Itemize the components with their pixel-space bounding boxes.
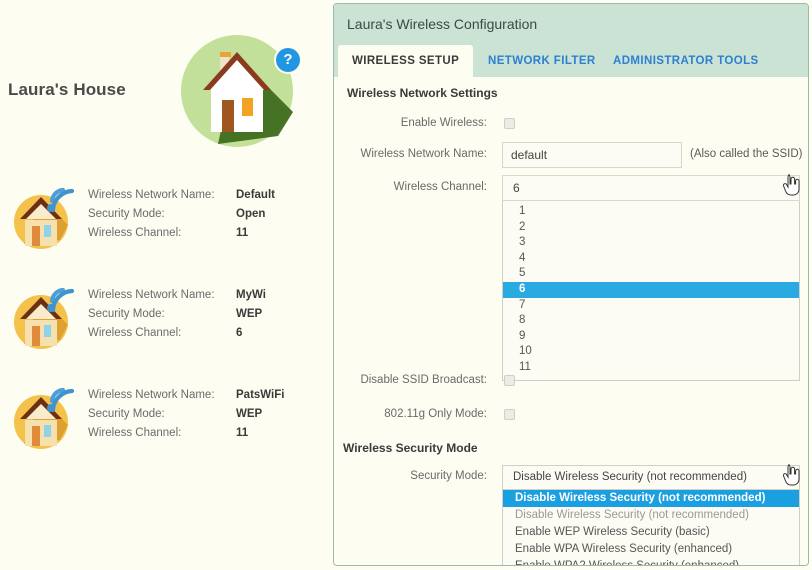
field-value: 11 bbox=[236, 227, 248, 239]
select-wireless-channel[interactable]: 6 bbox=[502, 175, 800, 201]
label-network-name: Wireless Network Name: bbox=[334, 148, 487, 160]
select-wireless-channel-value: 6 bbox=[513, 181, 520, 195]
tab-administrator-tools[interactable]: ADMINISTRATOR TOOLS bbox=[599, 45, 773, 77]
input-network-name[interactable]: default bbox=[502, 142, 682, 168]
security-mode-option-2[interactable]: Enable WEP Wireless Security (basic) bbox=[503, 524, 799, 541]
select-security-mode-value: Disable Wireless Security (not recommend… bbox=[513, 471, 747, 483]
label-wireless-channel: Wireless Channel: bbox=[334, 181, 487, 193]
field-value: 11 bbox=[236, 427, 248, 439]
security-mode-row: Security Mode:Open bbox=[88, 205, 275, 224]
checkbox-disable-ssid-broadcast[interactable] bbox=[504, 375, 515, 386]
network-fields: Wireless Network Name:Default Security M… bbox=[88, 186, 275, 243]
network-name-row: Wireless Network Name:Default bbox=[88, 186, 275, 205]
house-logo: ? bbox=[178, 32, 296, 150]
channel-option-11[interactable]: 11 bbox=[503, 360, 799, 376]
label-disable-ssid-broadcast: Disable SSID Broadcast: bbox=[334, 374, 487, 386]
select-security-mode-options[interactable]: Disable Wireless Security (not recommend… bbox=[502, 490, 800, 566]
house-illustration-icon bbox=[178, 32, 296, 150]
checkbox-enable-wireless[interactable] bbox=[504, 118, 515, 129]
channel-option-8[interactable]: 8 bbox=[503, 313, 799, 329]
label-security-mode: Security Mode: bbox=[334, 470, 487, 482]
security-mode-option-4[interactable]: Enable WPA2 Wireless Security (enhanced) bbox=[503, 558, 799, 566]
security-mode-option-0[interactable]: Disable Wireless Security (not recommend… bbox=[503, 490, 799, 507]
security-mode-row: Security Mode:WEP bbox=[88, 405, 284, 424]
field-label: Security Mode: bbox=[88, 205, 236, 224]
field-value: Open bbox=[236, 208, 265, 220]
security-mode-option-3[interactable]: Enable WPA Wireless Security (enhanced) bbox=[503, 541, 799, 558]
channel-option-6[interactable]: 6 bbox=[503, 282, 799, 298]
section-title-network-settings: Wireless Network Settings bbox=[347, 86, 498, 100]
field-label: Wireless Network Name: bbox=[88, 186, 236, 205]
list-item[interactable]: Wireless Network Name:MyWi Security Mode… bbox=[0, 278, 332, 362]
section-title-security-mode: Wireless Security Mode bbox=[343, 441, 478, 455]
tab-bar: WIRELESS SETUP NETWORK FILTER ADMINISTRA… bbox=[334, 45, 808, 77]
list-item[interactable]: Wireless Network Name:Default Security M… bbox=[0, 178, 332, 262]
wireless-configuration-panel: Laura's Wireless Configuration WIRELESS … bbox=[333, 3, 809, 566]
list-item[interactable]: Wireless Network Name:PatsWiFi Security … bbox=[0, 378, 332, 462]
checkbox-802-11g-only-mode[interactable] bbox=[504, 409, 515, 420]
channel-option-5[interactable]: 5 bbox=[503, 266, 799, 282]
page-title: Laura's House bbox=[8, 80, 168, 100]
label-802-11g-only-mode: 802.11g Only Mode: bbox=[334, 408, 487, 420]
field-value: WEP bbox=[236, 408, 262, 420]
panel-body: Wireless Network Settings Enable Wireles… bbox=[334, 77, 808, 566]
field-value: WEP bbox=[236, 308, 262, 320]
networks-sidebar: Laura's House ? bbox=[0, 0, 332, 570]
channel-option-1[interactable]: 1 bbox=[503, 204, 799, 220]
house-header: Laura's House ? bbox=[0, 18, 332, 148]
channel-option-10[interactable]: 10 bbox=[503, 344, 799, 360]
select-security-mode[interactable]: Disable Wireless Security (not recommend… bbox=[502, 465, 800, 490]
house-wifi-icon bbox=[8, 280, 80, 352]
network-name-row: Wireless Network Name:PatsWiFi bbox=[88, 386, 284, 405]
security-mode-row: Security Mode:WEP bbox=[88, 305, 266, 324]
field-label: Wireless Channel: bbox=[88, 224, 236, 243]
channel-row: Wireless Channel:11 bbox=[88, 224, 275, 243]
field-value: Default bbox=[236, 189, 275, 201]
field-label: Wireless Channel: bbox=[88, 424, 236, 443]
security-mode-option-1[interactable]: Disable Wireless Security (not recommend… bbox=[503, 507, 799, 524]
field-value: PatsWiFi bbox=[236, 389, 284, 401]
help-badge-icon[interactable]: ? bbox=[276, 48, 300, 72]
network-fields: Wireless Network Name:PatsWiFi Security … bbox=[88, 386, 284, 443]
field-label: Wireless Network Name: bbox=[88, 286, 236, 305]
field-label: Wireless Network Name: bbox=[88, 386, 236, 405]
channel-option-4[interactable]: 4 bbox=[503, 251, 799, 267]
house-wifi-icon bbox=[8, 380, 80, 452]
field-label: Security Mode: bbox=[88, 405, 236, 424]
channel-row: Wireless Channel:6 bbox=[88, 324, 266, 343]
ssid-note: (Also called the SSID) bbox=[690, 148, 803, 160]
field-label: Wireless Channel: bbox=[88, 324, 236, 343]
channel-option-9[interactable]: 9 bbox=[503, 329, 799, 345]
field-label: Security Mode: bbox=[88, 305, 236, 324]
tab-network-filter[interactable]: NETWORK FILTER bbox=[474, 45, 610, 77]
label-enable-wireless: Enable Wireless: bbox=[334, 117, 487, 129]
channel-option-2[interactable]: 2 bbox=[503, 220, 799, 236]
panel-header: Laura's Wireless Configuration bbox=[334, 4, 808, 45]
channel-option-3[interactable]: 3 bbox=[503, 235, 799, 251]
channel-option-7[interactable]: 7 bbox=[503, 298, 799, 314]
field-value: MyWi bbox=[236, 289, 266, 301]
network-fields: Wireless Network Name:MyWi Security Mode… bbox=[88, 286, 266, 343]
tab-wireless-setup[interactable]: WIRELESS SETUP bbox=[338, 45, 473, 77]
field-value: 6 bbox=[236, 327, 242, 339]
panel-title: Laura's Wireless Configuration bbox=[347, 16, 537, 32]
channel-row: Wireless Channel:11 bbox=[88, 424, 284, 443]
house-wifi-icon bbox=[8, 180, 80, 252]
select-wireless-channel-options[interactable]: 1234567891011 bbox=[502, 201, 800, 381]
network-name-row: Wireless Network Name:MyWi bbox=[88, 286, 266, 305]
